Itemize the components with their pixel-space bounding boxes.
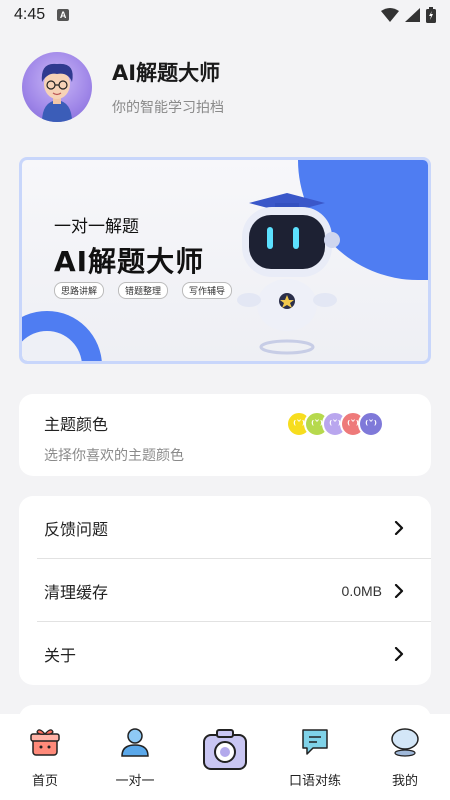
chat-bubble-icon xyxy=(302,729,328,755)
profile-icon xyxy=(391,728,419,757)
tab-label: 一对一 xyxy=(115,774,155,789)
menu-item-label: 反馈问题 xyxy=(44,519,109,539)
banner-tag: 思路讲解 xyxy=(54,282,105,299)
menu-item-label: 清理缓存 xyxy=(44,582,109,602)
tab-label: 口语对练 xyxy=(288,774,341,789)
status-time: 4:45 xyxy=(14,6,46,23)
banner-tags: 思路讲解 错题整理 写作辅导 xyxy=(54,282,233,299)
theme-color-card: 主题颜色 选择你喜欢的主题颜色 ⁽ˇ⁾ ⁽ˇ⁾ ⁽ˇ⁾ ⁽ˇ⁾ ⁽ˇ⁾ xyxy=(19,394,431,476)
person-icon xyxy=(121,728,149,757)
promo-banner[interactable]: 一对一解题 AI解题大师 思路讲解 错题整理 写作辅导 xyxy=(19,157,431,364)
tab-label: 我的 xyxy=(391,774,418,789)
gift-box-icon xyxy=(30,729,60,756)
signal-icon xyxy=(405,8,420,22)
banner-tagline: 一对一解题 xyxy=(54,217,139,237)
chevron-right-icon xyxy=(394,583,404,598)
chevron-right-icon xyxy=(394,646,404,661)
tab-speaking-practice[interactable]: 口语对练 xyxy=(270,714,360,789)
banner-title: AI解题大师 xyxy=(54,245,205,278)
chevron-right-icon xyxy=(394,520,404,535)
wifi-icon xyxy=(381,8,399,22)
avatar[interactable] xyxy=(22,52,92,122)
theme-swatches: ⁽ˇ⁾ ⁽ˇ⁾ ⁽ˇ⁾ ⁽ˇ⁾ ⁽ˇ⁾ xyxy=(286,411,384,437)
settings-menu: 反馈问题 清理缓存 0.0MB 关于 xyxy=(19,496,431,685)
avatar-illustration xyxy=(41,63,73,122)
tab-one-on-one[interactable]: 一对一 xyxy=(90,714,180,789)
robot-mascot-icon xyxy=(237,193,340,355)
banner-tag: 错题整理 xyxy=(118,282,169,299)
tab-camera[interactable] xyxy=(180,714,270,774)
profile-header: AI解题大师 你的智能学习拍档 xyxy=(22,52,224,122)
tab-home[interactable]: 首页 xyxy=(0,714,90,789)
menu-item-clear-cache[interactable]: 清理缓存 0.0MB xyxy=(19,559,431,622)
status-bar: 4:45 A xyxy=(0,0,450,30)
menu-item-feedback[interactable]: 反馈问题 xyxy=(19,496,431,559)
menu-item-about[interactable]: 关于 xyxy=(19,622,431,685)
tab-mine[interactable]: 我的 xyxy=(360,714,450,789)
camera-icon xyxy=(203,729,247,770)
tab-label: 首页 xyxy=(31,774,58,789)
banner-tag: 写作辅导 xyxy=(182,282,233,299)
app-subtitle: 你的智能学习拍档 xyxy=(112,100,224,116)
app-title: AI解题大师 xyxy=(112,61,221,85)
notification-badge: A xyxy=(57,9,70,21)
bottom-tab-bar: 首页 一对一 口语对练 我的 xyxy=(0,714,450,800)
cache-size-value: 0.0MB xyxy=(341,582,382,599)
menu-item-label: 关于 xyxy=(44,645,77,665)
theme-swatch-purple[interactable]: ⁽ˇ⁾ xyxy=(358,411,384,437)
battery-icon xyxy=(426,7,436,23)
banner-decor-ring xyxy=(22,311,102,361)
theme-title: 主题颜色 xyxy=(44,415,109,434)
theme-subtitle: 选择你喜欢的主题颜色 xyxy=(44,448,184,464)
